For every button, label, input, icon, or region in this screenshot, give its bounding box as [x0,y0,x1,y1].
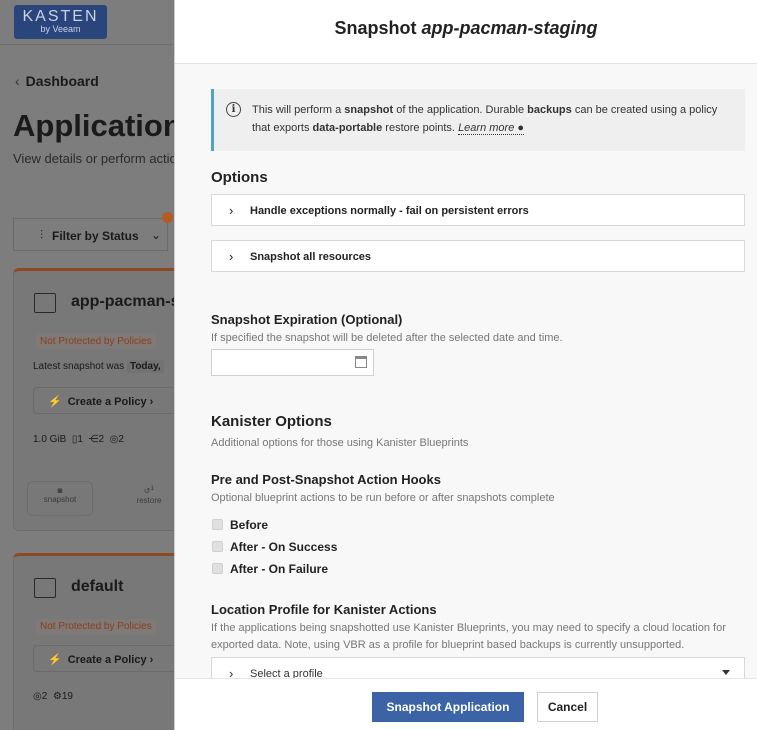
create-policy-button[interactable]: ⚡ Create a Policy › [33,387,174,414]
checkbox[interactable] [212,519,223,530]
app-name[interactable]: default [71,578,123,596]
latest-value: Today, [126,360,164,373]
workloads-count: 2 [98,434,105,445]
logo-brand: KASTEN [22,8,99,25]
option-label: Snapshot all resources [250,251,372,263]
page-subtitle: View details or perform actions [13,151,174,166]
title-app: app-pacman-staging [421,18,598,38]
other-count: 19 [61,691,73,702]
top-bar: KASTEN by Veeam [0,0,174,45]
status-badge: Not Protected by Policies [36,334,156,349]
restore-action-button[interactable]: ↺1 restore [129,481,169,505]
info-bold: data-portable [312,122,383,134]
checkbox-label: After - On Failure [230,562,329,576]
info-banner: i This will perform a snapshot of the ap… [211,89,745,151]
hooks-help: Optional blueprint actions to be run bef… [211,492,555,504]
size: 1.0 GiB [33,434,67,445]
camera-icon: ◙ [57,486,63,495]
hook-before-checkbox[interactable]: Before [212,518,268,532]
notification-dot [162,212,173,223]
breadcrumb-label: Dashboard [25,73,99,89]
bolt-icon: ⚡ [48,396,62,408]
kanister-help: Additional options for those using Kanis… [211,437,469,449]
hooks-label: Pre and Post-Snapshot Action Hooks [211,472,441,487]
expiration-label: Snapshot Expiration (Optional) [211,312,403,327]
learn-more-link[interactable]: Learn more ● [458,122,525,135]
snapshot-label: snapshot [43,495,77,504]
checkbox-label: Before [230,518,269,532]
app-card[interactable]: app-pacman-staging Not Protected by Poli… [13,268,174,531]
snapshot-modal: Snapshot app-pacman-staging i This will … [174,0,757,730]
volumes-count: 1 [77,434,83,445]
option-label: Handle exceptions normally - fail on per… [250,205,529,217]
learn-more-label: Learn more [458,122,515,134]
app-card[interactable]: default Not Protected by Policies ⚡ Creat… [13,553,174,730]
expiration-date-input[interactable] [211,349,374,376]
latest-snapshot: Latest snapshot was Today, [33,360,164,373]
snapshot-application-button[interactable]: Snapshot Application [372,692,524,722]
title-prefix: Snapshot [334,18,417,38]
comment-icon: ● [517,122,525,134]
kasten-logo[interactable]: KASTEN by Veeam [14,5,107,39]
info-text: of the application. Durable [393,104,528,116]
page-title: Applications [13,108,174,143]
app-stats: ◎2 ⚙19 [33,691,73,702]
modal-title: Snapshot app-pacman-staging [175,0,757,64]
cancel-button[interactable]: Cancel [537,692,598,722]
option-resources-accordion[interactable]: › Snapshot all resources [211,240,745,272]
chevron-left-icon: ‹ [15,73,20,89]
snapshot-action-button[interactable]: ◙ snapshot [27,481,93,516]
chevron-right-icon: › [229,249,234,264]
info-text: restore points. [382,122,459,134]
chevron-down-icon: ⌄ [150,228,161,242]
latest-label: Latest snapshot was [33,361,125,372]
hook-after-failure-checkbox[interactable]: After - On Failure [212,562,328,576]
location-label: Location Profile for Kanister Actions [211,602,437,617]
info-icon: i [226,102,241,117]
restore-label: restore [136,495,162,505]
breadcrumb[interactable]: ‹ Dashboard [15,73,99,89]
hook-after-success-checkbox[interactable]: After - On Success [212,540,337,554]
resources-count: 2 [41,691,48,702]
modal-footer: Snapshot Application Cancel [175,678,757,730]
info-bold: backups [527,104,572,116]
sliders-icon: ⫶ [40,228,44,242]
options-heading: Options [211,169,268,186]
filter-label: Filter by Status [52,229,139,243]
info-bold: snapshot [344,104,394,116]
calendar-icon[interactable] [355,356,367,368]
background-page: KASTEN by Veeam ‹Dashboard Applications … [0,0,174,730]
checkbox[interactable] [212,541,223,552]
create-policy-label: Create a Policy [67,396,147,408]
caret-down-icon [722,670,730,675]
create-policy-button[interactable]: ⚡ Create a Policy › [33,645,174,672]
app-icon [34,578,56,598]
create-policy-label: Create a Policy [67,654,147,666]
app-icon [34,293,56,313]
status-badge: Not Protected by Policies [36,619,156,634]
info-text: This will perform a [252,104,345,116]
bolt-icon: ⚡ [48,654,62,666]
option-exceptions-accordion[interactable]: › Handle exceptions normally - fail on pe… [211,194,745,226]
resources-count: 2 [118,434,124,445]
kanister-heading: Kanister Options [211,413,332,430]
restore-count: 1 [150,485,155,492]
checkbox-label: After - On Success [230,540,338,554]
expiration-help: If specified the snapshot will be delete… [211,332,563,344]
chevron-right-icon: › [229,203,234,218]
restore-icon: ↺1 [143,485,155,496]
filter-by-status-dropdown[interactable]: ⫶ Filter by Status ⌄ [13,218,168,251]
app-stats: 1.0 GiB ▯1 ⋲2 ◎2 [33,434,124,445]
app-name[interactable]: app-pacman-staging [71,293,174,311]
location-help: If the applications being snapshotted us… [211,622,726,651]
checkbox[interactable] [212,563,223,574]
